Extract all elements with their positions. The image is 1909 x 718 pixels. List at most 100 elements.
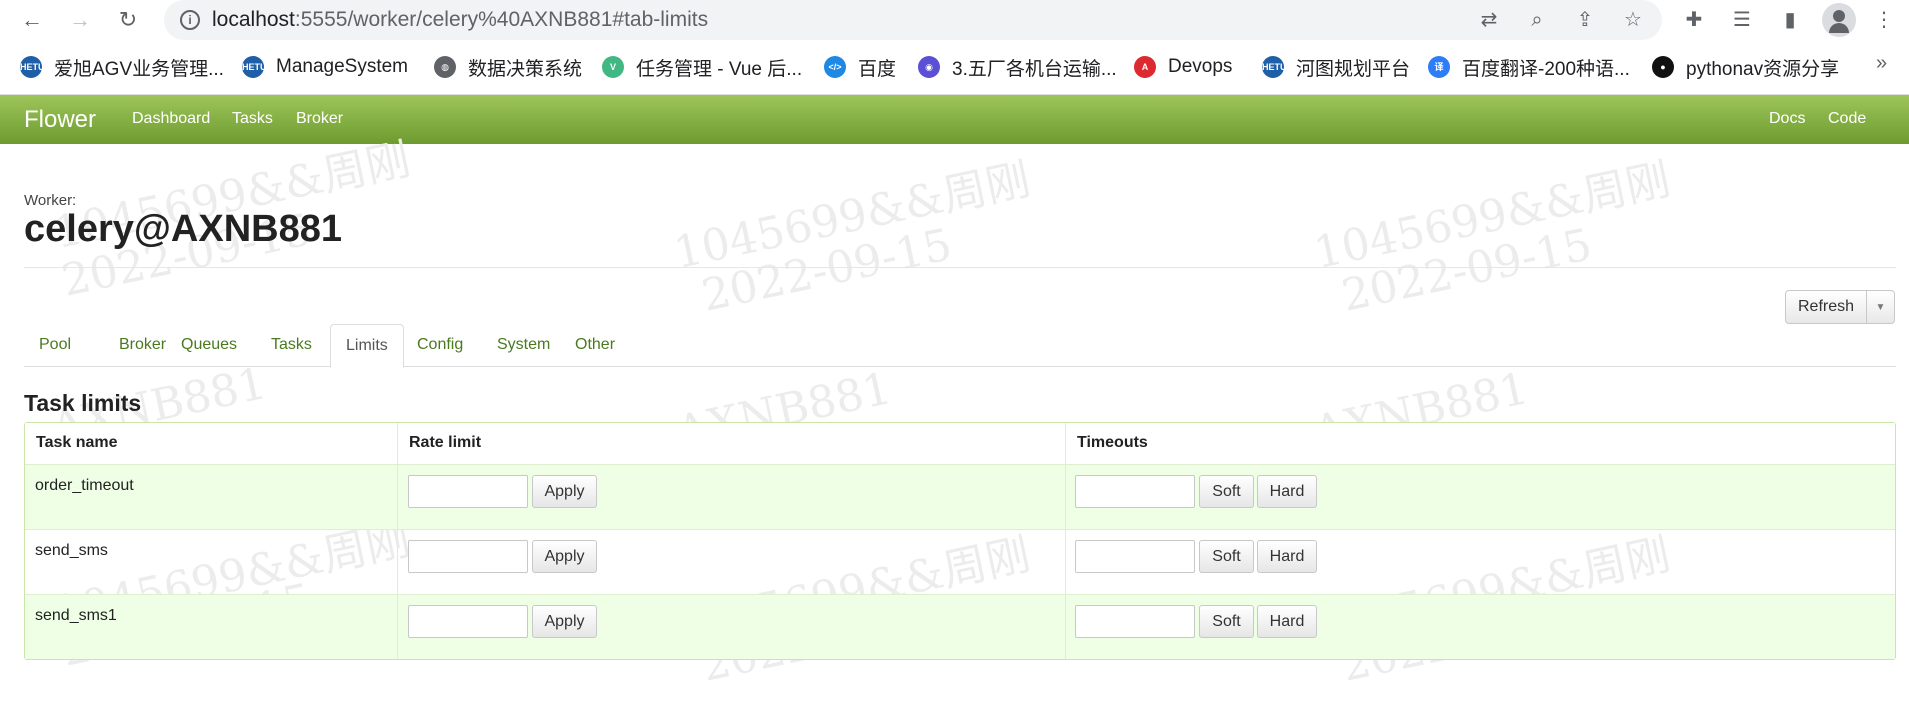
page-title: celery@AXNB881	[24, 208, 343, 250]
translate-icon: 译	[1428, 56, 1450, 78]
chevron-down-icon[interactable]: ▼	[1867, 290, 1895, 324]
bookmark-item[interactable]: 译百度翻译-200种语...	[1428, 52, 1630, 82]
person-icon: ●	[1652, 56, 1674, 78]
extensions-icon[interactable]: ✚	[1680, 6, 1708, 34]
bookmark-label: Devops	[1168, 56, 1233, 77]
worker-tabs: Pool Broker Queues Tasks Limits Config System O…	[24, 324, 1896, 368]
url-path: :5555/worker/celery%40AXNB881#tab-limits	[294, 8, 709, 31]
table-row: order_timeout Apply Soft Hard	[25, 464, 1895, 529]
bookmark-item[interactable]: HETU 爱旭AGV业务管理...	[20, 52, 224, 82]
hard-timeout-button[interactable]: Hard	[1257, 475, 1317, 508]
task-name: send_sms	[35, 542, 108, 559]
bookmark-item[interactable]: ● pythonav资源分享	[1652, 52, 1839, 82]
browser-toolbar: ← → ↻ i localhost:5555/worker/celery%40A…	[0, 0, 1909, 40]
bulb-icon: ◉	[918, 56, 940, 78]
apply-button[interactable]: Apply	[532, 605, 597, 638]
header-divider	[24, 267, 1896, 268]
hard-timeout-button[interactable]: Hard	[1257, 605, 1317, 638]
timeout-input[interactable]	[1075, 605, 1195, 638]
tab-limits[interactable]: Limits	[330, 324, 404, 368]
forward-arrow-icon[interactable]: →	[64, 4, 96, 36]
timeouts-cell: Soft Hard	[1065, 465, 1897, 529]
bookmark-label: 河图规划平台	[1296, 58, 1411, 80]
share-icon[interactable]: ⇪	[1572, 7, 1598, 33]
back-arrow-icon[interactable]: ←	[16, 4, 48, 36]
tab-system[interactable]: System	[482, 324, 565, 367]
hard-timeout-button[interactable]: Hard	[1257, 540, 1317, 573]
bookmark-item[interactable]: V 任务管理 - Vue 后...	[602, 52, 802, 82]
bookmark-label: 爱旭AGV业务管理...	[54, 58, 224, 80]
soft-timeout-button[interactable]: Soft	[1199, 475, 1254, 508]
worker-label: Worker:	[24, 192, 77, 209]
bookmark-label: 任务管理 - Vue 后...	[636, 58, 803, 80]
rate-limit-input[interactable]	[408, 540, 528, 573]
timeouts-cell: Soft Hard	[1065, 595, 1897, 659]
address-bar[interactable]: i localhost:5555/worker/celery%40AXNB881…	[164, 0, 1662, 40]
watermark-text: 2022-09-15	[1337, 219, 1597, 322]
bookmark-star-icon[interactable]: ☆	[1620, 7, 1646, 33]
tab-queues[interactable]: Queues	[166, 324, 252, 367]
site-info-icon[interactable]: i	[180, 10, 200, 30]
profile-avatar[interactable]	[1822, 3, 1856, 37]
bookmark-label: 数据决策系统	[468, 58, 583, 80]
task-name-cell: order_timeout	[25, 465, 397, 529]
bookmarks-overflow-icon[interactable]: »	[1876, 52, 1887, 75]
menu-kebab-icon[interactable]: ⋮	[1870, 6, 1898, 34]
reading-list-icon[interactable]: ☰	[1728, 6, 1756, 34]
bookmark-item[interactable]: ◉ 3.五厂各机台运输...	[918, 52, 1117, 82]
bookmark-label: ManageSystem	[276, 56, 409, 77]
code-icon: </>	[824, 56, 846, 78]
vue-icon: V	[602, 56, 624, 78]
tab-tasks[interactable]: Tasks	[256, 324, 327, 367]
url-text[interactable]: localhost:5555/worker/celery%40AXNB881#t…	[212, 8, 708, 32]
task-name-cell: send_sms1	[25, 595, 397, 659]
nav-broker[interactable]: Broker	[296, 110, 343, 128]
nav-code[interactable]: Code	[1828, 110, 1866, 128]
table-header-row: Task name Rate limit Timeouts	[25, 423, 1895, 464]
timeout-input[interactable]	[1075, 540, 1195, 573]
nav-dashboard[interactable]: Dashboard	[132, 110, 210, 128]
table-row: send_sms1 Apply Soft Hard	[25, 594, 1895, 659]
refresh-button[interactable]: Refresh	[1785, 290, 1867, 324]
zoom-icon[interactable]: ⌕	[1524, 7, 1550, 33]
rate-limit-input[interactable]	[408, 605, 528, 638]
apply-button[interactable]: Apply	[532, 475, 597, 508]
translate-icon[interactable]: ⇄	[1476, 7, 1502, 33]
timeout-input[interactable]	[1075, 475, 1195, 508]
url-host: localhost	[212, 8, 295, 31]
column-header-rate-limit: Rate limit	[397, 423, 1065, 464]
tab-pool[interactable]: Pool	[24, 324, 86, 367]
apply-button[interactable]: Apply	[532, 540, 597, 573]
bookmarks-bar: HETU 爱旭AGV业务管理... HETU ManageSystem ◍ 数据决策系统 V…	[0, 48, 1909, 88]
watermark-text: 2022-09-15	[697, 219, 957, 322]
section-title: Task limits	[24, 390, 142, 416]
nav-tasks[interactable]: Tasks	[232, 110, 273, 128]
bookmark-item[interactable]: A Devops	[1134, 52, 1232, 82]
bookmark-item[interactable]: HETU ManageSystem	[242, 52, 408, 82]
hetu-icon: HETU	[1262, 56, 1287, 78]
watermark-text: 1045699&&周刚	[1309, 153, 1675, 280]
task-name: order_timeout	[35, 477, 134, 494]
task-limits-table: Task name Rate limit Timeouts order_time…	[24, 422, 1896, 660]
soft-timeout-button[interactable]: Soft	[1199, 605, 1254, 638]
side-panel-icon[interactable]: ▮	[1776, 6, 1804, 34]
rate-limit-cell: Apply	[397, 465, 1065, 529]
brand-logo[interactable]: Flower	[24, 106, 96, 134]
rate-limit-cell: Apply	[397, 595, 1065, 659]
rate-limit-cell: Apply	[397, 530, 1065, 594]
nav-docs[interactable]: Docs	[1769, 110, 1805, 128]
bookmark-label: pythonav资源分享	[1686, 58, 1840, 80]
flower-navbar: Flower Dashboard Tasks Broker Docs Code	[0, 95, 1909, 144]
bookmark-item[interactable]: HETU 河图规划平台	[1262, 52, 1410, 82]
tab-config[interactable]: Config	[402, 324, 478, 367]
bookmark-item[interactable]: ◍ 数据决策系统	[434, 52, 582, 82]
reload-icon[interactable]: ↻	[112, 4, 144, 36]
tab-other[interactable]: Other	[560, 324, 630, 367]
timeouts-cell: Soft Hard	[1065, 530, 1897, 594]
rate-limit-input[interactable]	[408, 475, 528, 508]
bookmark-item[interactable]: </> 百度	[824, 52, 896, 82]
soft-timeout-button[interactable]: Soft	[1199, 540, 1254, 573]
column-header-task-name: Task name	[36, 434, 118, 451]
hetu-icon: HETU	[242, 56, 267, 78]
column-header-timeouts: Timeouts	[1065, 423, 1897, 464]
